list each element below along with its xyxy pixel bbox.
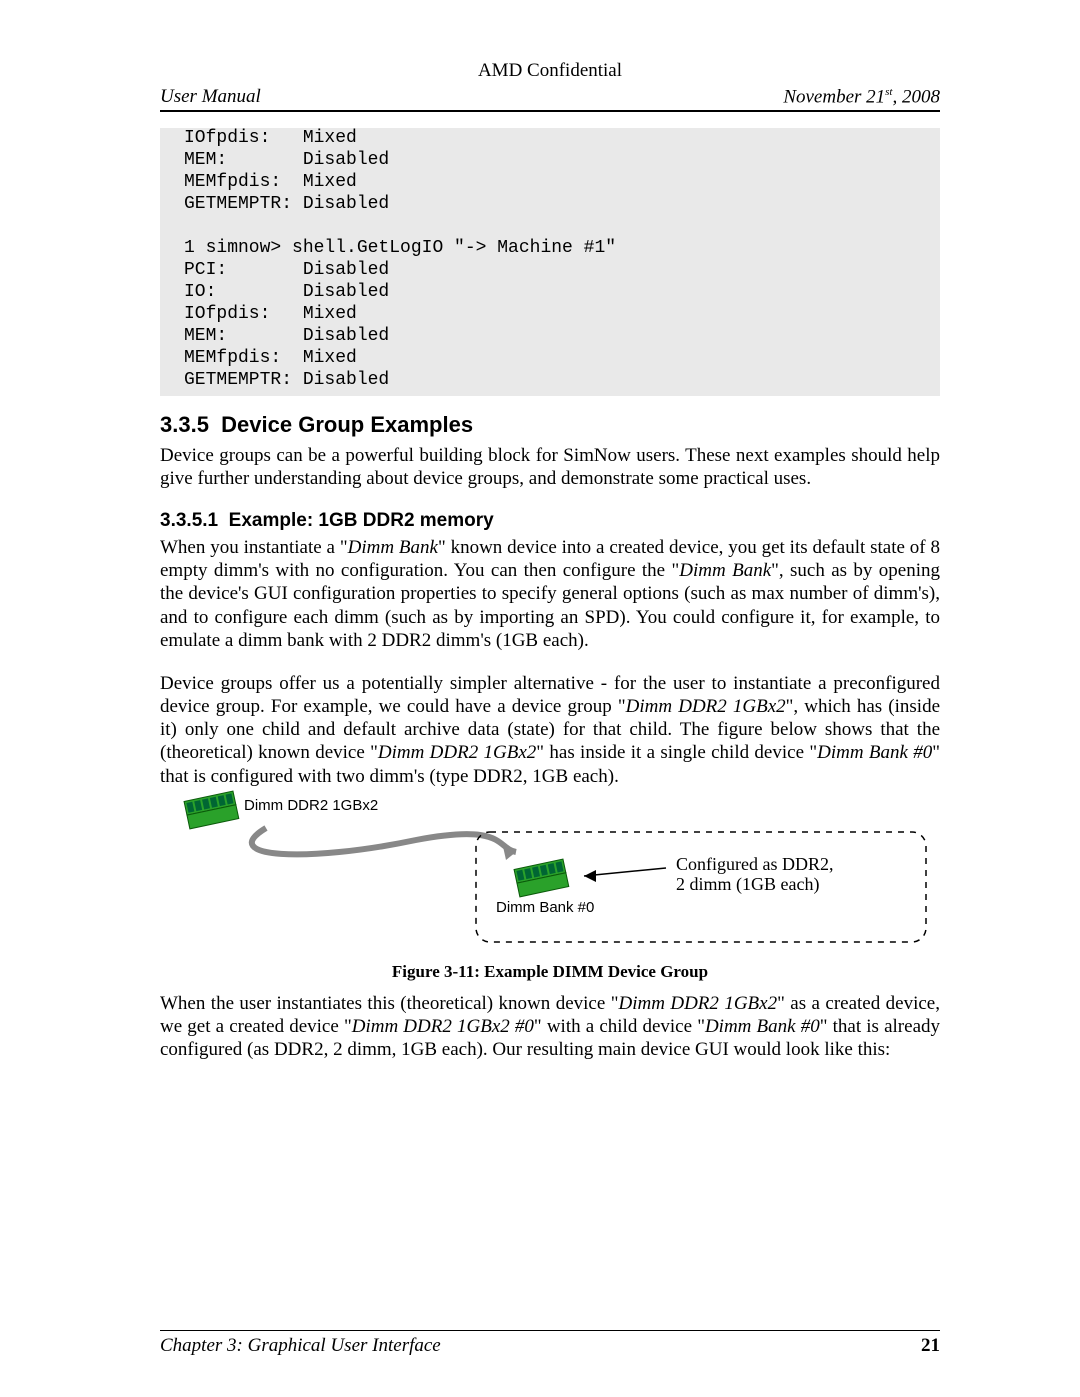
annotation-arrow: [584, 868, 666, 876]
swoosh-arrow-head: [502, 842, 516, 860]
section-heading: 3.3.5 Device Group Examples: [160, 412, 940, 438]
page-container: AMD Confidential User Manual November 21…: [0, 0, 1080, 1397]
term-dimm-ddr2: Dimm DDR2 1GBx2: [618, 993, 777, 1014]
annotation-arrow-head: [584, 870, 596, 882]
subsection-title: Example: 1GB DDR2 memory: [229, 510, 494, 531]
section-intro-para: Device groups can be a powerful building…: [160, 444, 940, 490]
code-block: IOfpdis: Mixed MEM: Disabled MEMfpdis: M…: [160, 128, 940, 395]
header-date-prefix: November 21: [783, 86, 885, 107]
subsection-number: 3.3.5.1: [160, 510, 218, 531]
section-title: Device Group Examples: [221, 412, 473, 437]
footer-page-number: 21: [921, 1335, 940, 1357]
text: " with a child device ": [534, 1016, 705, 1037]
fig-child-label: Dimm Bank #0: [496, 899, 594, 916]
classification-label: AMD Confidential: [160, 60, 940, 82]
page-content: AMD Confidential User Manual November 21…: [160, 60, 940, 1330]
term-dimm-bank: Dimm Bank: [348, 537, 438, 558]
fig-note-line1: Configured as DDR2,: [676, 854, 833, 874]
subsection-heading: 3.3.5.1 Example: 1GB DDR2 memory: [160, 510, 940, 532]
dimm-icon: [184, 791, 239, 829]
subsection-para-2: Device groups offer us a potentially sim…: [160, 672, 940, 788]
header-left: User Manual: [160, 86, 261, 108]
dimm-icon: [514, 859, 569, 897]
figure-diagram: Dimm DDR2 1GBx2 Dimm Bank #0 Configured …: [176, 788, 940, 958]
subsection-para-1: When you instantiate a "Dimm Bank" known…: [160, 536, 940, 652]
fig-note-line2: 2 dimm (1GB each): [676, 874, 819, 895]
section-number: 3.3.5: [160, 412, 209, 437]
term-dimm-bank-0: Dimm Bank #0: [705, 1016, 820, 1037]
header-date-suffix: , 2008: [893, 86, 941, 107]
term-dimm-ddr2: Dimm DDR2 1GBx2: [378, 742, 536, 763]
text: " has inside it a single child device ": [536, 742, 817, 763]
term-dimm-ddr2: Dimm DDR2 1GBx2: [626, 696, 786, 717]
fig-left-label: Dimm DDR2 1GBx2: [244, 797, 378, 814]
header-row: User Manual November 21st, 2008: [160, 86, 940, 112]
figure-caption: Figure 3-11: Example DIMM Device Group: [160, 962, 940, 982]
text: When the user instantiates this (theoret…: [160, 993, 618, 1014]
page-footer: Chapter 3: Graphical User Interface 21: [160, 1330, 940, 1357]
term-dimm-bank-0: Dimm Bank #0: [817, 742, 932, 763]
text: When you instantiate a ": [160, 537, 348, 558]
subsection-para-3: When the user instantiates this (theoret…: [160, 992, 940, 1062]
term-dimm-bank: Dimm Bank: [679, 560, 771, 581]
footer-chapter: Chapter 3: Graphical User Interface: [160, 1335, 441, 1357]
term-dimm-ddr2-0: Dimm DDR2 1GBx2 #0: [352, 1016, 534, 1037]
header-date-sup: st: [885, 86, 892, 98]
header-right: November 21st, 2008: [783, 86, 940, 108]
